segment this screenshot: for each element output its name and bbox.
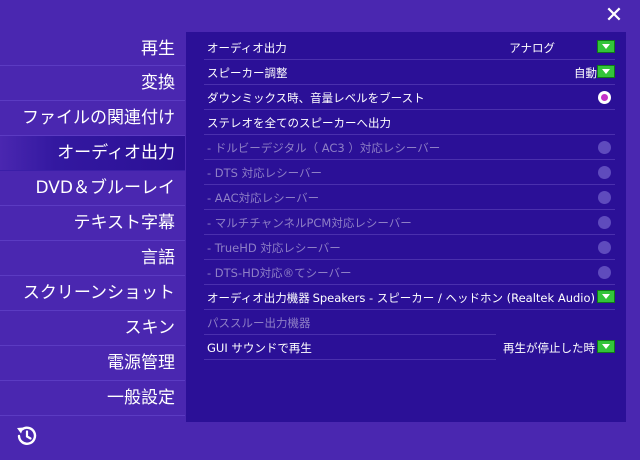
- row-pcm: - マルチチャンネルPCM対応レシーバー: [204, 211, 615, 235]
- sidebar-item-conversion[interactable]: 変換: [0, 66, 185, 101]
- row-dtshd: - DTS-HD対応®てシーバー: [204, 261, 615, 285]
- speaker-adjust-label: スピーカー調整: [207, 66, 288, 80]
- settings-sidebar: 再生 変換 ファイルの関連付け オーディオ出力 DVD＆ブルーレイ テキスト字幕…: [0, 32, 185, 422]
- dtshd-radio[interactable]: [598, 266, 611, 279]
- sidebar-item-file-associations[interactable]: ファイルの関連付け: [0, 101, 185, 136]
- dolby-radio[interactable]: [598, 141, 611, 154]
- output-device-value[interactable]: Speakers - スピーカー / ヘッドホン (Realtek Audio): [313, 289, 595, 307]
- gui-sound-select[interactable]: 再生が停止した時: [496, 339, 615, 357]
- pcm-radio[interactable]: [598, 216, 611, 229]
- dts-label: - DTS 対応レシーバー: [207, 166, 323, 180]
- row-aac: - AAC対応レシーバー: [204, 186, 615, 210]
- gui-sound-value[interactable]: 再生が停止した時: [503, 339, 595, 357]
- pcm-label: - マルチチャンネルPCM対応レシーバー: [207, 216, 412, 230]
- output-device-dropdown-button[interactable]: [597, 290, 615, 303]
- gui-sound-label: GUI サウンドで再生: [207, 341, 312, 355]
- row-stereo-all: ステレオを全てのスピーカーへ出力: [204, 111, 615, 135]
- audio-output-label: オーディオ出力: [207, 41, 287, 55]
- sidebar-item-audio-output[interactable]: オーディオ出力: [0, 136, 185, 171]
- audio-output-dropdown-button[interactable]: [597, 40, 615, 53]
- row-dts: - DTS 対応レシーバー: [204, 161, 615, 185]
- row-speaker-adjust: スピーカー調整 自動: [204, 61, 615, 85]
- dtshd-label: - DTS-HD対応®てシーバー: [207, 266, 352, 280]
- truehd-label: - TrueHD 対応レシーバー: [207, 241, 341, 255]
- aac-label: - AAC対応レシーバー: [207, 191, 320, 205]
- sidebar-item-dvd-bluray[interactable]: DVD＆ブルーレイ: [0, 171, 185, 206]
- truehd-radio[interactable]: [598, 241, 611, 254]
- row-audio-output: オーディオ出力 アナログ: [204, 36, 615, 60]
- settings-panel: オーディオ出力 アナログ スピーカー調整 自動 ダウンミックス時、音量レベルをブ…: [186, 32, 626, 422]
- speaker-adjust-dropdown-button[interactable]: [597, 65, 615, 78]
- audio-output-value[interactable]: アナログ: [509, 39, 555, 57]
- close-button[interactable]: ✕: [602, 4, 626, 28]
- row-dolby: - ドルビーデジタル（ AC3 ）対応レシーバー: [204, 136, 615, 160]
- passthrough-device-label: パススルー出力機器: [207, 316, 311, 330]
- row-output-device: オーディオ出力機器 Speakers - スピーカー / ヘッドホン (Real…: [204, 286, 615, 310]
- sidebar-item-subtitles[interactable]: テキスト字幕: [0, 206, 185, 241]
- sidebar-item-power-management[interactable]: 電源管理: [0, 346, 185, 381]
- sidebar-item-language[interactable]: 言語: [0, 241, 185, 276]
- output-device-label: オーディオ出力機器: [207, 291, 310, 305]
- speaker-adjust-value[interactable]: 自動: [574, 64, 597, 82]
- downmix-boost-radio[interactable]: [598, 91, 611, 104]
- sidebar-item-general-settings[interactable]: 一般設定: [0, 381, 185, 416]
- dts-radio[interactable]: [598, 166, 611, 179]
- row-passthrough-device: パススルー出力機器: [204, 311, 496, 335]
- downmix-boost-label: ダウンミックス時、音量レベルをブースト: [207, 91, 425, 105]
- restore-history-icon[interactable]: [14, 423, 40, 449]
- aac-radio[interactable]: [598, 191, 611, 204]
- row-truehd: - TrueHD 対応レシーバー: [204, 236, 615, 260]
- row-downmix-boost: ダウンミックス時、音量レベルをブースト: [204, 86, 615, 110]
- sidebar-item-playback[interactable]: 再生: [0, 32, 185, 66]
- dolby-label: - ドルビーデジタル（ AC3 ）対応レシーバー: [207, 141, 441, 155]
- stereo-all-label[interactable]: ステレオを全てのスピーカーへ出力: [207, 114, 391, 132]
- gui-sound-dropdown-button[interactable]: [597, 340, 615, 353]
- sidebar-item-skin[interactable]: スキン: [0, 311, 185, 346]
- title-bar: ✕: [0, 0, 640, 30]
- sidebar-item-screenshot[interactable]: スクリーンショット: [0, 276, 185, 311]
- row-gui-sound: GUI サウンドで再生: [204, 336, 496, 360]
